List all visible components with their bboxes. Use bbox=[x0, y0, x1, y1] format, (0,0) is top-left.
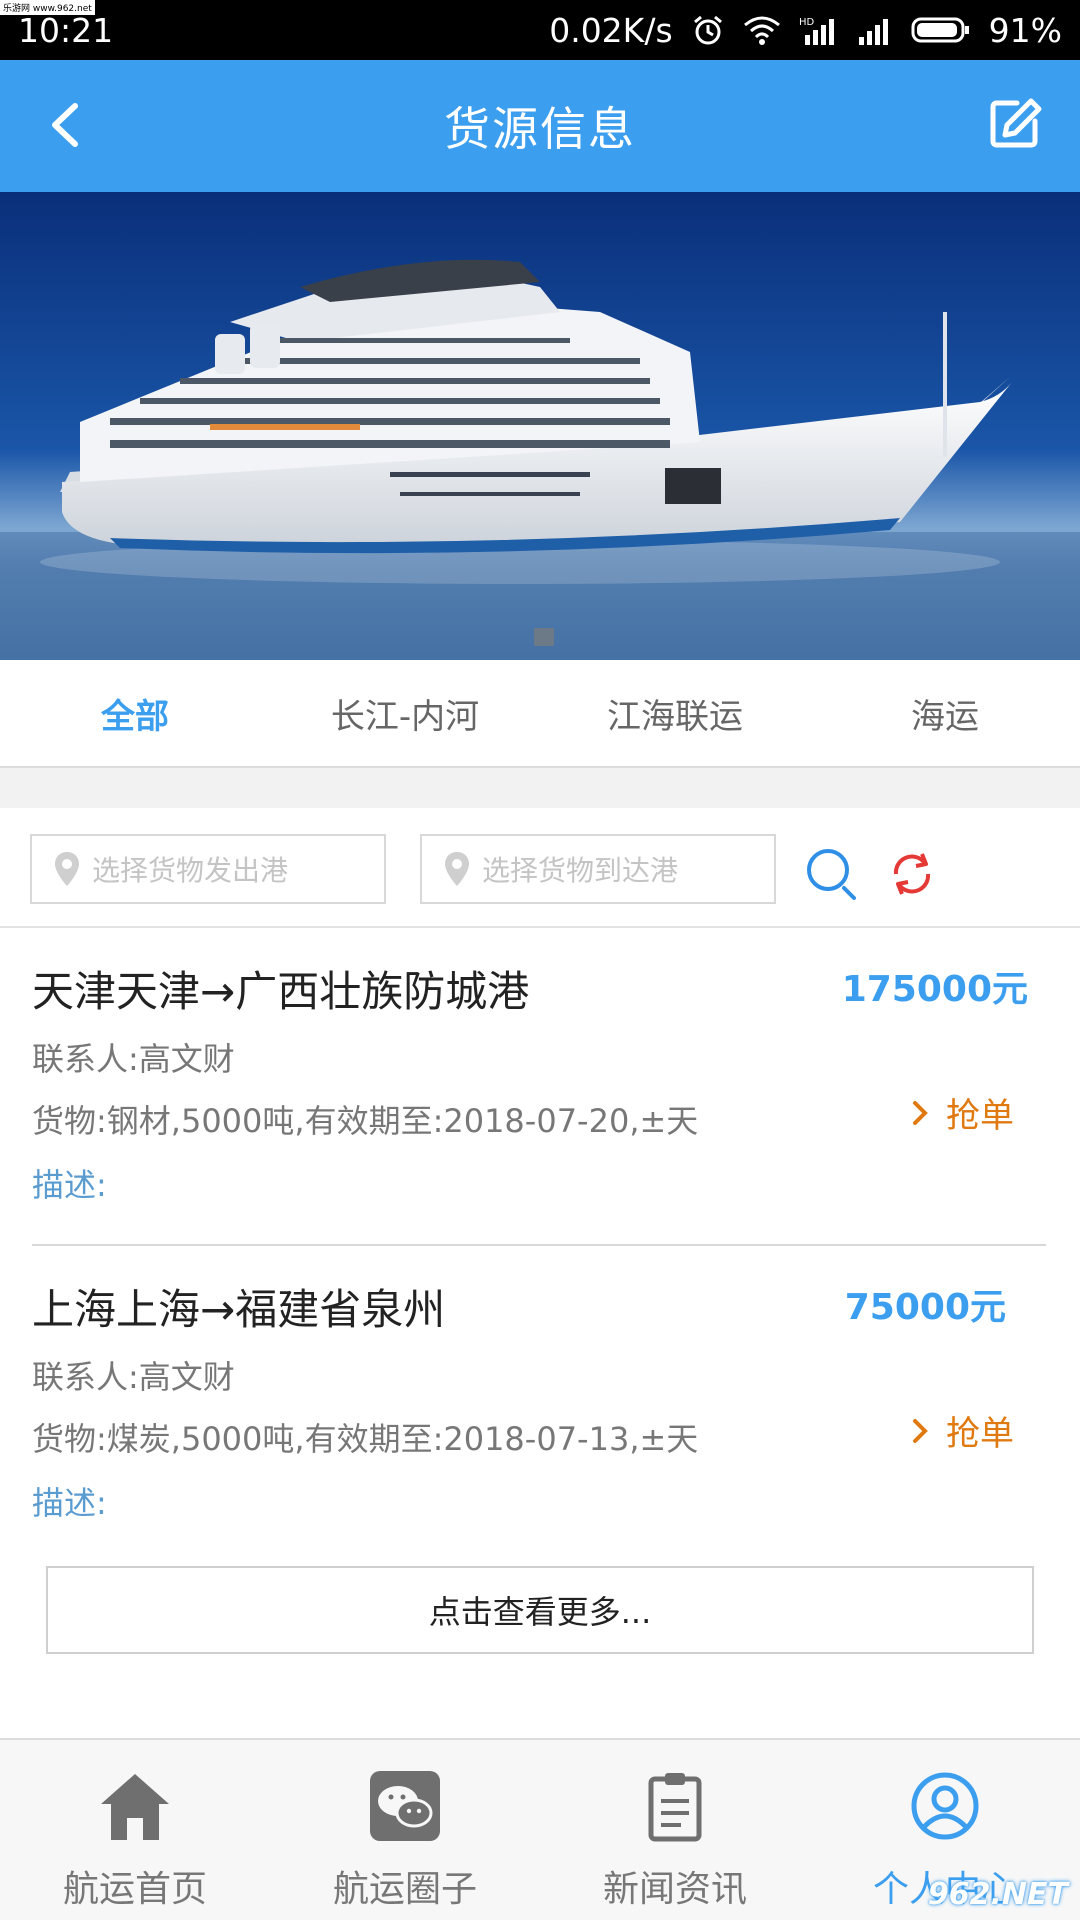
clipboard-icon bbox=[635, 1766, 715, 1846]
wechat-icon bbox=[365, 1766, 445, 1846]
nav-label: 航运首页 bbox=[62, 1869, 207, 1910]
cargo-route: 上海上海→福建省泉州 bbox=[32, 1285, 446, 1334]
cargo-price: 75000元 bbox=[844, 1287, 1006, 1328]
cargo-description: 描述: bbox=[32, 1484, 107, 1522]
signal-hd-icon: HD bbox=[799, 15, 839, 45]
destination-port-input[interactable]: 选择货物到达港 bbox=[420, 834, 776, 904]
category-tabs: 全部 长江-内河 江海联运 海运 bbox=[0, 660, 1080, 768]
signal-icon bbox=[857, 15, 893, 45]
chevron-right-icon bbox=[913, 1100, 928, 1125]
chevron-right-icon bbox=[913, 1418, 928, 1443]
port-filter: 选择货物发出港 选择货物到达港 bbox=[0, 808, 1080, 928]
edit-icon bbox=[990, 98, 1042, 148]
nav-label: 航运圈子 bbox=[332, 1869, 477, 1910]
load-more-button[interactable]: 点击查看更多... bbox=[46, 1566, 1034, 1654]
cargo-goods: 货物:钢材,5000吨,有效期至:2018-07-20,±天 bbox=[32, 1102, 699, 1140]
nav-item-news[interactable]: 新闻资讯 bbox=[540, 1740, 810, 1920]
grab-order-label: 抢单 bbox=[946, 1096, 1014, 1136]
nav-item-circle[interactable]: 航运圈子 bbox=[270, 1740, 540, 1920]
status-bar: 10:21 0.02K/s HD 91% bbox=[0, 0, 1080, 60]
tab-yangtze-inland[interactable]: 长江-内河 bbox=[270, 660, 540, 766]
banner-image[interactable] bbox=[0, 192, 1080, 660]
cargo-price: 175000元 bbox=[841, 969, 1028, 1010]
refresh-button[interactable] bbox=[886, 848, 938, 900]
bottom-nav: 航运首页 航运圈子 新闻资讯 个人中心 962.NET bbox=[0, 1738, 1080, 1920]
destination-port-placeholder: 选择货物到达港 bbox=[482, 854, 679, 887]
tab-river-sea[interactable]: 江海联运 bbox=[540, 660, 810, 766]
grab-order-button[interactable]: 抢单 bbox=[912, 1406, 1014, 1455]
corner-watermark: 乐游网 www.962.net bbox=[0, 0, 95, 15]
wifi-icon bbox=[743, 15, 781, 45]
refresh-icon bbox=[893, 853, 931, 895]
cargo-contact: 联系人:高文财 bbox=[32, 1358, 235, 1396]
chevron-left-icon bbox=[52, 103, 78, 147]
search-icon bbox=[807, 849, 856, 900]
list-item[interactable]: 天津天津→广西壮族防城港 175000元 联系人:高文财 货物:钢材,5000吨… bbox=[0, 928, 1080, 1246]
cargo-description: 描述: bbox=[32, 1166, 107, 1204]
svg-text:HD: HD bbox=[799, 17, 815, 28]
carousel-indicator[interactable] bbox=[534, 628, 554, 646]
status-time: 10:21 bbox=[18, 10, 114, 50]
back-button[interactable] bbox=[30, 90, 100, 160]
battery-level: 91% bbox=[988, 10, 1062, 50]
page-title: 货源信息 bbox=[444, 102, 636, 156]
origin-port-input[interactable]: 选择货物发出港 bbox=[30, 834, 386, 904]
list-item[interactable]: 上海上海→福建省泉州 75000元 联系人:高文财 货物:煤炭,5000吨,有效… bbox=[0, 1246, 1080, 1564]
battery-icon bbox=[911, 15, 971, 45]
nav-item-home[interactable]: 航运首页 bbox=[0, 1740, 270, 1920]
location-pin-icon bbox=[445, 852, 469, 886]
alarm-icon bbox=[691, 13, 725, 47]
grab-order-label: 抢单 bbox=[946, 1414, 1014, 1454]
nav-item-profile[interactable]: 个人中心 962.NET bbox=[810, 1740, 1080, 1920]
network-speed: 0.02K/s bbox=[549, 10, 673, 50]
tab-all[interactable]: 全部 bbox=[0, 660, 270, 766]
edit-button[interactable] bbox=[980, 88, 1050, 158]
site-watermark: 962.NET bbox=[927, 1877, 1068, 1912]
search-button[interactable] bbox=[804, 846, 860, 902]
location-pin-icon bbox=[55, 852, 79, 886]
home-icon bbox=[95, 1766, 175, 1846]
cargo-goods: 货物:煤炭,5000吨,有效期至:2018-07-13,±天 bbox=[32, 1420, 699, 1458]
cargo-contact: 联系人:高文财 bbox=[32, 1040, 235, 1078]
cargo-route: 天津天津→广西壮族防城港 bbox=[32, 967, 530, 1016]
origin-port-placeholder: 选择货物发出港 bbox=[92, 854, 289, 887]
cargo-list: 天津天津→广西壮族防城港 175000元 联系人:高文财 货物:钢材,5000吨… bbox=[0, 928, 1080, 1738]
grab-order-button[interactable]: 抢单 bbox=[912, 1088, 1014, 1137]
app-header: 货源信息 bbox=[0, 60, 1080, 192]
tab-sea-shipping[interactable]: 海运 bbox=[810, 660, 1080, 766]
nav-label: 新闻资讯 bbox=[602, 1869, 747, 1910]
user-icon bbox=[905, 1766, 985, 1846]
